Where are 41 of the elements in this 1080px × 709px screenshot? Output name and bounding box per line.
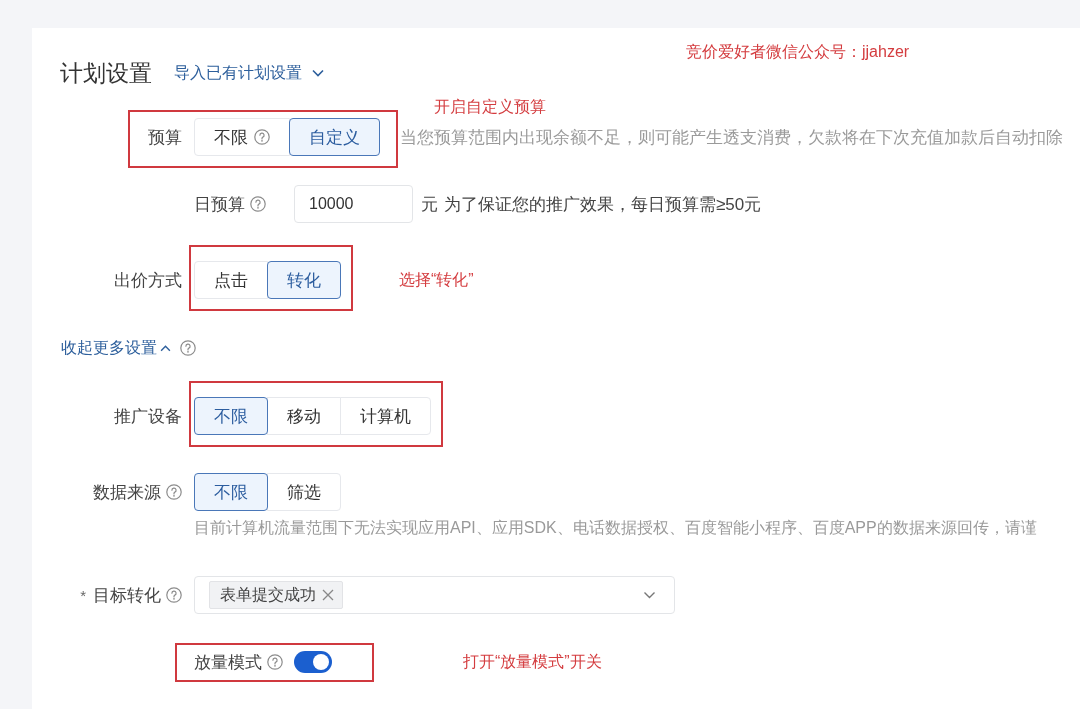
collapse-settings-link[interactable]: 收起更多设置 xyxy=(61,337,171,359)
field-label: 预算 xyxy=(148,126,182,149)
hint-text: 为了保证您的推广效果，每日预算需≥50元 xyxy=(444,193,762,216)
section-title: 计划设置 xyxy=(60,58,152,88)
tag-label: 表单提交成功 xyxy=(220,584,316,605)
segment-option[interactable]: 不限 xyxy=(194,397,268,435)
segment-option[interactable]: 移动 xyxy=(267,397,341,435)
segment-option[interactable]: 不限 xyxy=(194,473,268,511)
annotation-text: 打开“放量模式”开关 xyxy=(463,652,602,672)
unit-label: 元 xyxy=(421,193,438,216)
required-mark: * xyxy=(80,586,86,604)
chevron-down-icon xyxy=(643,591,656,599)
annotation-text: 选择“转化” xyxy=(399,270,474,290)
segment-option[interactable]: 转化 xyxy=(267,261,341,299)
segment-option[interactable]: 不限 xyxy=(194,118,290,156)
field-label: 日预算 xyxy=(194,193,245,216)
import-settings-link[interactable]: 导入已有计划设置 xyxy=(174,62,324,84)
segment-option[interactable]: 计算机 xyxy=(340,397,431,435)
help-icon[interactable] xyxy=(267,654,283,670)
segment-option[interactable]: 筛选 xyxy=(267,473,341,511)
text-input[interactable]: 10000 xyxy=(294,185,413,223)
help-icon[interactable] xyxy=(250,196,266,212)
annotation-text: 竞价爱好者微信公众号：jjahzer xyxy=(686,42,910,62)
field-label: 放量模式 xyxy=(194,651,262,674)
help-icon[interactable] xyxy=(166,484,182,500)
segment-option[interactable]: 自定义 xyxy=(289,118,380,156)
segment-option[interactable]: 点击 xyxy=(194,261,268,299)
toggle-switch[interactable] xyxy=(294,651,332,673)
field-label: 推广设备 xyxy=(114,405,182,428)
close-icon[interactable] xyxy=(322,589,334,601)
field-label: 数据来源 xyxy=(93,481,161,504)
help-icon[interactable] xyxy=(166,587,182,603)
hint-text: 当您预算范围内出现余额不足，则可能产生透支消费，欠款将在下次充值加款后自动扣除 xyxy=(400,126,1063,149)
chevron-down-icon xyxy=(312,69,324,77)
field-label: 目标转化 xyxy=(93,584,161,607)
annotation-text: 开启自定义预算 xyxy=(434,97,546,117)
help-icon[interactable] xyxy=(254,129,270,145)
hint-text: 目前计算机流量范围下无法实现应用API、应用SDK、电话数据授权、百度智能小程序、百度APP的数据来源回传，请谨 xyxy=(194,518,1037,538)
help-icon[interactable] xyxy=(180,340,196,356)
select-field[interactable]: 表单提交成功 xyxy=(194,576,675,614)
field-label: 出价方式 xyxy=(114,269,182,292)
